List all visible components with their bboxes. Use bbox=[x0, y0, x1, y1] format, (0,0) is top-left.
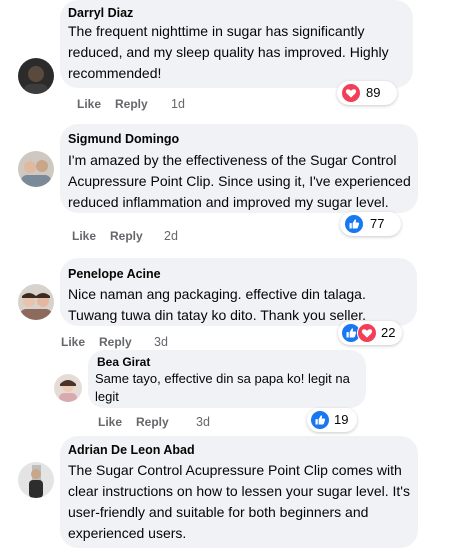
comment-text-line: legit bbox=[95, 389, 119, 404]
comment-actions: Like Reply 2d bbox=[72, 229, 212, 245]
reaction-count: 22 bbox=[381, 325, 396, 340]
comment-actions: Like Reply 3d bbox=[98, 415, 238, 431]
comment-actions: Like Reply 3d bbox=[61, 335, 201, 351]
avatar[interactable] bbox=[18, 151, 54, 187]
comment-timestamp[interactable]: 3d bbox=[196, 415, 210, 429]
comment-text-line: reduced inflammation and improved my sug… bbox=[68, 194, 389, 210]
reaction-count: 19 bbox=[334, 412, 349, 427]
avatar[interactable] bbox=[18, 284, 54, 320]
comment-author[interactable]: Darryl Diaz bbox=[68, 6, 133, 20]
comment-text-line: clear instructions on how to lessen your… bbox=[68, 483, 410, 499]
heart-icon bbox=[341, 83, 361, 103]
comment-text-line: user-friendly and suitable for both begi… bbox=[68, 504, 369, 520]
comment-text-line: The Sugar Control Acupressure Point Clip… bbox=[68, 462, 402, 478]
like-button[interactable]: Like bbox=[98, 415, 122, 429]
comment-text-line: experienced users. bbox=[68, 525, 187, 541]
like-button[interactable]: Like bbox=[77, 97, 101, 111]
like-button[interactable]: Like bbox=[61, 335, 85, 349]
comment-text-line: The frequent nighttime in sugar has sign… bbox=[68, 23, 365, 39]
reaction-summary[interactable]: 77 bbox=[340, 212, 401, 236]
comment-text-line: reduced, and my sleep quality has improv… bbox=[68, 44, 389, 60]
thumbs-up-icon bbox=[310, 410, 330, 430]
comment-bubble: Sigmund Domingo I'm amazed by the effect… bbox=[60, 124, 418, 213]
reply-button[interactable]: Reply bbox=[115, 97, 148, 111]
thumbs-up-icon bbox=[344, 214, 364, 234]
comment-text-line: I'm amazed by the effectiveness of the S… bbox=[68, 152, 397, 168]
heart-icon bbox=[357, 323, 377, 343]
comment-timestamp[interactable]: 2d bbox=[164, 229, 178, 243]
comment-text-line: Tuwang tuwa din tatay ko dito. Thank you… bbox=[68, 307, 367, 323]
avatar[interactable] bbox=[18, 58, 54, 94]
comment-author[interactable]: Bea Girat bbox=[97, 355, 150, 369]
comment-author[interactable]: Penelope Acine bbox=[68, 267, 161, 281]
reaction-summary[interactable]: 19 bbox=[307, 408, 357, 432]
like-button[interactable]: Like bbox=[72, 229, 96, 243]
comment-bubble: Darryl Diaz The frequent nighttime in su… bbox=[60, 0, 413, 88]
avatar[interactable] bbox=[18, 462, 54, 498]
comment-bubble: Penelope Acine Nice naman ang packaging.… bbox=[60, 258, 417, 326]
comment-bubble: Adrian De Leon Abad The Sugar Control Ac… bbox=[60, 436, 418, 548]
comment-bubble: Bea Girat Same tayo, effective din sa pa… bbox=[88, 350, 366, 408]
comment-text-line: Acupressure Point Clip. Since using it, … bbox=[68, 173, 411, 189]
comment-text-line: recommended! bbox=[68, 65, 162, 81]
comment-text-line: Nice naman ang packaging. effective din … bbox=[68, 286, 366, 302]
comment-text-line: Same tayo, effective din sa papa ko! leg… bbox=[95, 371, 350, 386]
reply-button[interactable]: Reply bbox=[110, 229, 143, 243]
reaction-summary[interactable]: 22 bbox=[338, 321, 402, 345]
reaction-count: 89 bbox=[366, 85, 381, 100]
comment-author[interactable]: Sigmund Domingo bbox=[68, 132, 179, 146]
comment-timestamp[interactable]: 1d bbox=[171, 97, 185, 111]
avatar[interactable] bbox=[54, 374, 82, 402]
reaction-summary[interactable]: 89 bbox=[337, 81, 397, 105]
reply-button[interactable]: Reply bbox=[99, 335, 132, 349]
comment-author[interactable]: Adrian De Leon Abad bbox=[68, 443, 195, 457]
reply-button[interactable]: Reply bbox=[136, 415, 169, 429]
comment-timestamp[interactable]: 3d bbox=[154, 335, 168, 349]
reaction-count: 77 bbox=[370, 216, 385, 231]
comment-actions: Like Reply 1d bbox=[77, 97, 217, 113]
